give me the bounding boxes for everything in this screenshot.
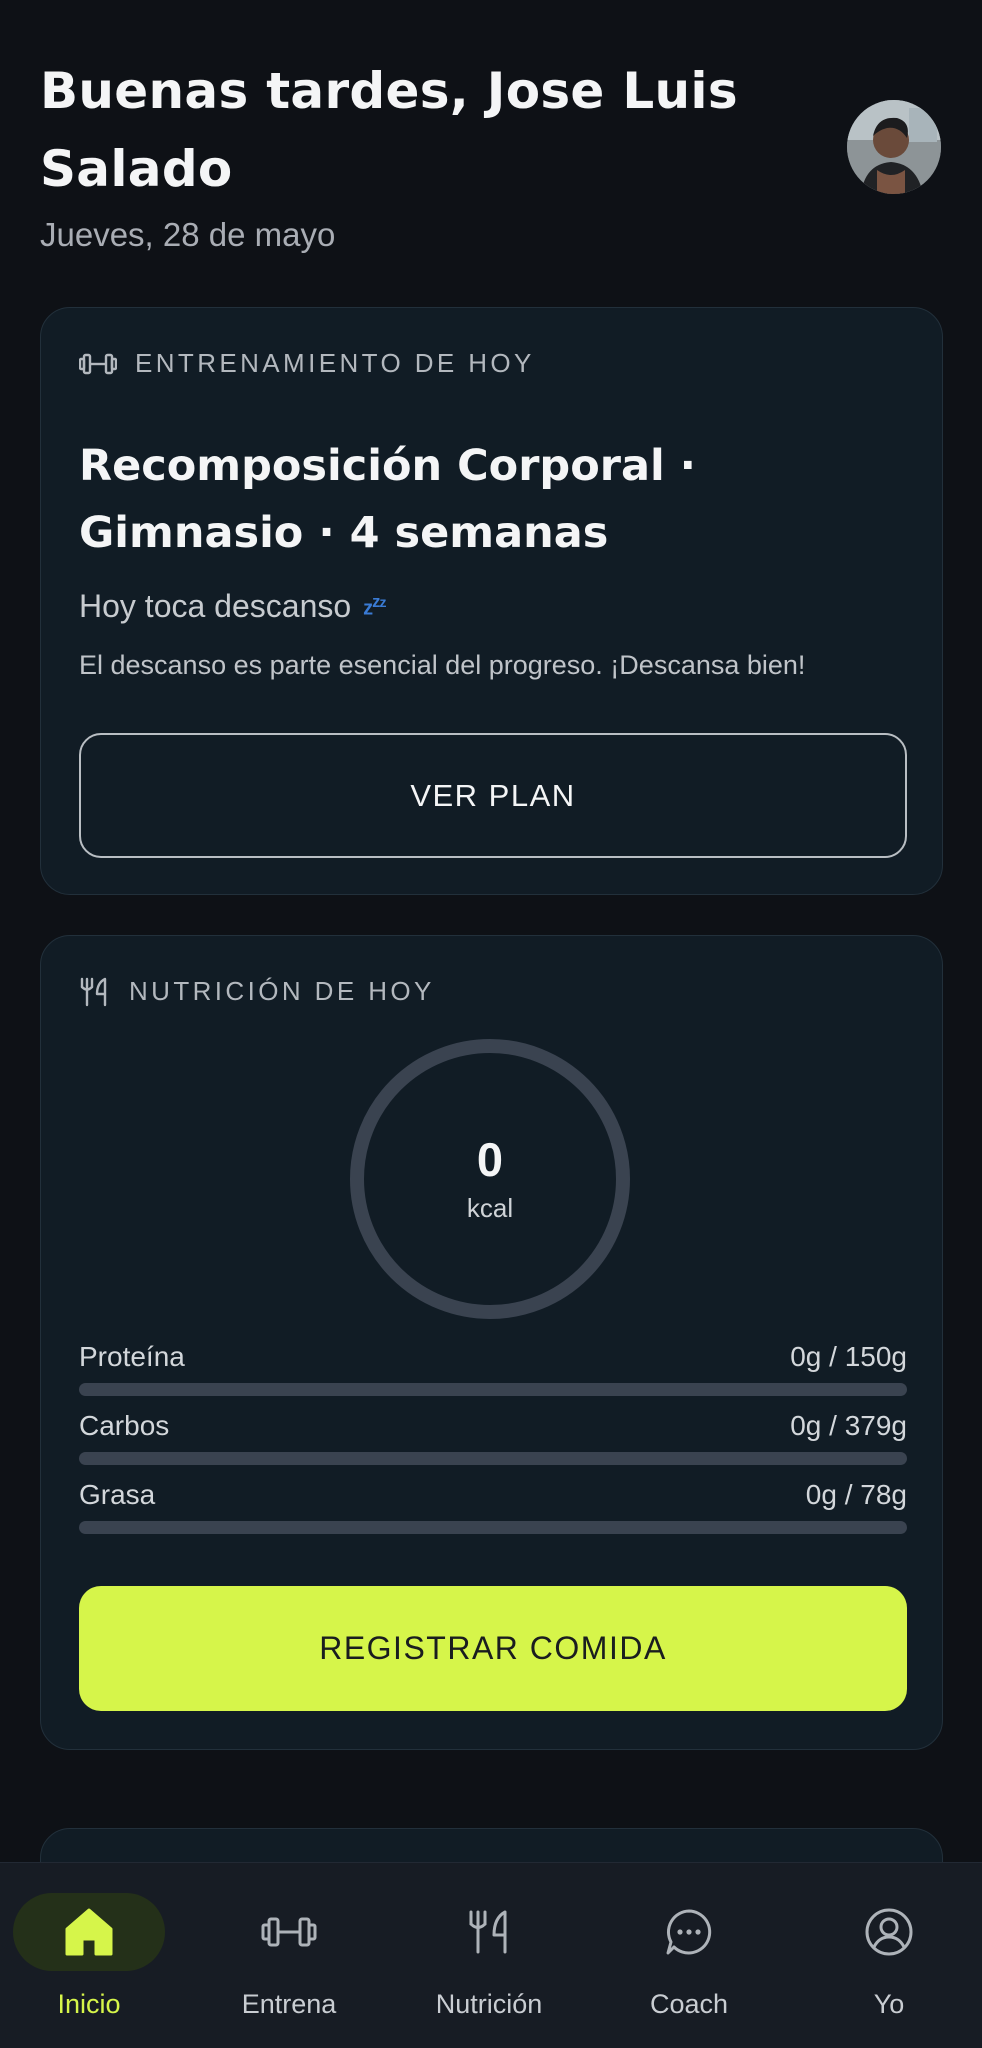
fork-knife-icon xyxy=(80,977,107,1006)
log-meal-button[interactable]: REGISTRAR COMIDA xyxy=(79,1586,907,1711)
header: Buenas tardes, Jose Luis Salado Jueves, … xyxy=(40,52,820,254)
avatar[interactable] xyxy=(847,100,941,194)
rest-description: El descanso es parte esencial del progre… xyxy=(79,650,806,680)
greeting-title: Buenas tardes, Jose Luis Salado xyxy=(40,62,738,198)
macro-value: 0g / 78g xyxy=(805,1479,907,1510)
user-icon xyxy=(865,1908,913,1956)
fork-knife-icon xyxy=(469,1910,507,1954)
macro-fat: Grasa 0g / 78g xyxy=(79,1479,907,1534)
macro-label: Carbos xyxy=(79,1410,170,1441)
dumbbell-icon xyxy=(79,353,117,374)
nutrition-section-header: NUTRICIÓN DE HOY xyxy=(79,976,435,1007)
nav-icon-container xyxy=(413,1893,565,1971)
nav-active-pill xyxy=(13,1893,165,1971)
macro-progress-bar xyxy=(79,1521,907,1534)
rest-status-text: Hoy toca descanso xyxy=(79,588,352,624)
home-screen: Buenas tardes, Jose Luis Salado Jueves, … xyxy=(0,0,982,2048)
macro-progress-bar xyxy=(79,1452,907,1465)
today-nutrition-card: NUTRICIÓN DE HOY 0 kcal Proteína 0g / 15… xyxy=(40,935,943,1750)
today-workout-card: ENTRENAMIENTO DE HOY Recomposición Corpo… xyxy=(40,307,943,895)
calories-unit: kcal xyxy=(466,1193,514,1223)
plan-title: Recomposición Corporal · Gimnasio · 4 se… xyxy=(79,441,697,558)
bottom-nav: Inicio Entrena Nutrición Coach Yo xyxy=(0,1862,982,2048)
macro-label: Grasa xyxy=(79,1479,156,1510)
nav-icon-container xyxy=(813,1893,965,1971)
dumbbell-icon xyxy=(261,1917,317,1947)
nav-item-coach[interactable]: Coach xyxy=(591,1893,787,2020)
sleeping-zzz-icon: zzz xyxy=(363,592,386,620)
nav-label: Nutrición xyxy=(435,1989,543,2019)
macro-label: Proteína xyxy=(79,1341,185,1372)
macro-value: 0g / 379g xyxy=(790,1410,907,1441)
nutrition-section-label: NUTRICIÓN DE HOY xyxy=(129,976,435,1006)
avatar-photo-icon xyxy=(847,100,941,194)
view-plan-button[interactable]: VER PLAN xyxy=(79,733,907,858)
nav-item-yo[interactable]: Yo xyxy=(791,1893,982,2020)
nav-item-entrena[interactable]: Entrena xyxy=(191,1893,387,2020)
macro-carbs: Carbos 0g / 379g xyxy=(79,1410,907,1465)
home-icon xyxy=(65,1908,113,1956)
nav-label: Coach xyxy=(649,1989,729,2019)
nav-item-inicio[interactable]: Inicio xyxy=(0,1893,187,2020)
chat-bubble-icon xyxy=(666,1909,712,1955)
nav-label: Yo xyxy=(873,1989,905,2019)
current-date: Jueves, 28 de mayo xyxy=(40,216,336,253)
nav-icon-container xyxy=(213,1893,365,1971)
macro-progress-bar xyxy=(79,1383,907,1396)
calorie-ring: 0 kcal xyxy=(344,1033,636,1325)
rest-status: Hoy toca descanso zzz xyxy=(79,588,386,625)
nav-item-nutricion[interactable]: Nutrición xyxy=(391,1893,587,2020)
nav-icon-container xyxy=(613,1893,765,1971)
macro-value: 0g / 150g xyxy=(790,1341,907,1372)
nav-label: Entrena xyxy=(241,1989,337,2019)
calories-value: 0 xyxy=(476,1133,504,1186)
workout-section-header: ENTRENAMIENTO DE HOY xyxy=(79,348,535,379)
macro-protein: Proteína 0g / 150g xyxy=(79,1341,907,1396)
workout-section-label: ENTRENAMIENTO DE HOY xyxy=(135,348,535,378)
nav-label: Inicio xyxy=(57,1989,121,2019)
